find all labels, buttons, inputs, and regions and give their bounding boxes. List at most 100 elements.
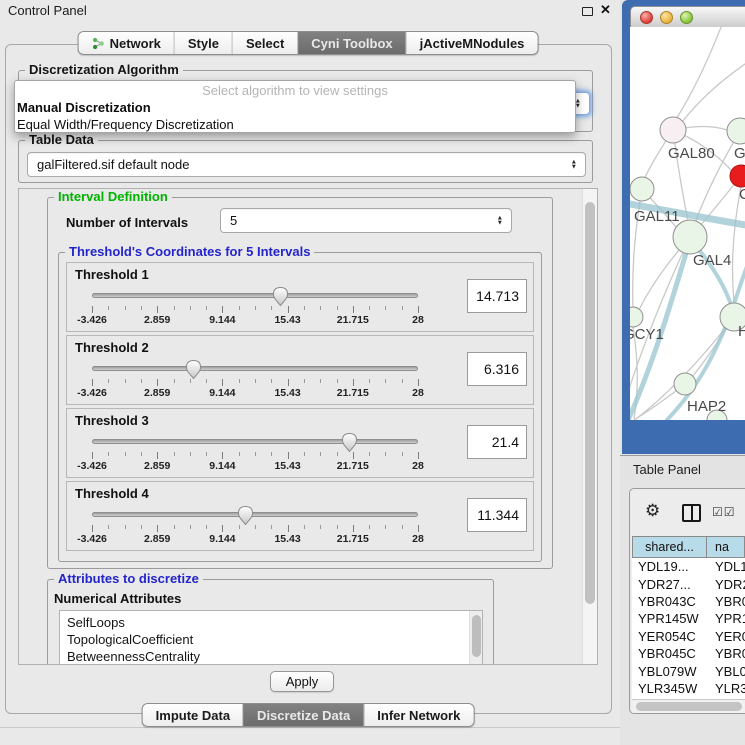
control-panel-titlebar: Control Panel ✕: [0, 0, 620, 22]
threshold-value-field[interactable]: 6.316: [467, 352, 527, 386]
bottom-tab-infer-network[interactable]: Infer Network: [363, 704, 473, 726]
tab-jactivemnodules[interactable]: jActiveMNodules: [406, 32, 538, 54]
tab-network[interactable]: Network: [79, 32, 174, 54]
attributes-list-scrollbar[interactable]: [469, 611, 482, 665]
threshold-label: Threshold 3: [75, 413, 149, 428]
table-row[interactable]: YBR043CYBR0: [632, 593, 745, 610]
network-node[interactable]: [660, 117, 686, 143]
numerical-attributes-list[interactable]: SelfLoopsTopologicalCoefficientBetweenne…: [59, 610, 483, 665]
slider-tick-labels: -3.4262.8599.14415.4321.71528: [92, 460, 418, 472]
network-window-titlebar: [630, 6, 745, 27]
column-header-name[interactable]: na: [707, 536, 745, 558]
node-label: GCY1: [630, 326, 664, 343]
number-of-intervals-value: 5: [230, 213, 237, 228]
table-panel-header: Table Panel: [620, 455, 745, 482]
network-canvas[interactable]: GAL80GACGAL11GAL4GCY1HHAP2: [630, 27, 745, 420]
node-label: HAP2: [687, 398, 726, 415]
threshold-slider[interactable]: -3.4262.8599.14415.4321.71528: [92, 433, 418, 473]
slider-thumb-icon[interactable]: [238, 506, 253, 525]
tab-label: Cyni Toolbox: [311, 36, 392, 51]
threshold-row: Threshold 3 -3.4262.8599.14415.4321.7152…: [66, 408, 534, 478]
settings-vertical-scrollbar[interactable]: [582, 189, 597, 664]
attribute-list-item[interactable]: SelfLoops: [67, 614, 482, 631]
slider-track[interactable]: [92, 512, 418, 517]
network-node[interactable]: [630, 177, 654, 201]
node-label: GAL80: [668, 145, 715, 162]
zoom-traffic-light-icon[interactable]: [680, 11, 693, 24]
tab-label: Style: [188, 36, 219, 51]
slider-ticks: [92, 305, 418, 313]
network-node[interactable]: [730, 165, 745, 187]
column-header-shared-name[interactable]: shared...: [632, 536, 707, 558]
slider-track[interactable]: [92, 293, 418, 298]
number-of-intervals-combobox[interactable]: 5 ▲▼: [220, 208, 512, 233]
table-horizontal-scrollbar[interactable]: [632, 699, 745, 713]
slider-thumb-icon[interactable]: [342, 433, 357, 452]
algorithm-option[interactable]: Equal Width/Frequency Discretization: [15, 117, 575, 134]
checkbox-columns-icon[interactable]: ☑☑: [712, 505, 736, 519]
bottom-tab-discretize-data[interactable]: Discretize Data: [243, 704, 363, 726]
threshold-value-field[interactable]: 21.4: [467, 425, 527, 459]
threshold-slider[interactable]: -3.4262.8599.14415.4321.71528: [92, 360, 418, 400]
threshold-slider[interactable]: -3.4262.8599.14415.4321.71528: [92, 506, 418, 546]
tab-cyni-toolbox[interactable]: Cyni Toolbox: [297, 32, 405, 54]
table-panel: ⚙ ☑☑ shared... na YDL19...YDL1YDR27...YD…: [629, 488, 745, 714]
table-row[interactable]: YER054CYER0: [632, 628, 745, 645]
minimize-traffic-light-icon[interactable]: [660, 11, 673, 24]
network-node[interactable]: [673, 220, 707, 254]
table-data-combobox[interactable]: galFiltered.sif default node ▲▼: [27, 152, 586, 177]
algorithm-option[interactable]: Manual Discretization: [15, 100, 575, 117]
interval-definition-group: Interval Definition Number of Intervals …: [47, 197, 553, 569]
tab-label: Select: [246, 36, 284, 51]
apply-button[interactable]: Apply: [270, 671, 334, 692]
thresholds-group: Threshold's Coordinates for 5 Intervals …: [58, 252, 542, 562]
slider-tick-labels: -3.4262.8599.14415.4321.71528: [92, 387, 418, 399]
table-row[interactable]: YBL079WYBL0: [632, 662, 745, 679]
thresholds-group-title: Threshold's Coordinates for 5 Intervals: [65, 244, 314, 259]
slider-thumb-icon[interactable]: [273, 287, 288, 306]
attributes-group: Attributes to discretize Numerical Attri…: [47, 579, 494, 665]
network-node[interactable]: [727, 118, 745, 144]
tab-style[interactable]: Style: [174, 32, 232, 54]
bottom-tab-impute-data[interactable]: Impute Data: [143, 704, 243, 726]
network-icon: [92, 37, 105, 50]
table-cell: YBL079W: [632, 664, 707, 679]
close-icon[interactable]: ✕: [600, 2, 611, 18]
threshold-label: Threshold 1: [75, 267, 149, 282]
bottom-tab-label: Infer Network: [377, 708, 460, 723]
threshold-slider[interactable]: -3.4262.8599.14415.4321.71528: [92, 287, 418, 327]
table-data-combobox-value: galFiltered.sif default node: [37, 157, 189, 172]
table-row[interactable]: YLR345WYLR3: [632, 680, 745, 697]
table-row[interactable]: YPR145WYPR1: [632, 610, 745, 627]
table-row[interactable]: YDL19...YDL1: [632, 558, 745, 575]
gear-icon[interactable]: ⚙: [645, 502, 660, 519]
table-header-row: shared... na: [632, 536, 745, 558]
node-label: H: [738, 323, 745, 340]
column-layout-icon[interactable]: [682, 504, 701, 522]
attribute-list-item[interactable]: BetweennessCentrality: [67, 648, 482, 665]
threshold-row: Threshold 2 -3.4262.8599.14415.4321.7152…: [66, 335, 534, 405]
slider-track[interactable]: [92, 439, 418, 444]
table-cell: YBR045C: [632, 646, 707, 661]
tab-select[interactable]: Select: [232, 32, 297, 54]
threshold-value-field[interactable]: 11.344: [467, 498, 527, 532]
network-node[interactable]: [630, 307, 643, 327]
slider-track[interactable]: [92, 366, 418, 371]
table-row[interactable]: YBR045CYBR0: [632, 645, 745, 662]
slider-tick-labels: -3.4262.8599.14415.4321.71528: [92, 314, 418, 326]
close-traffic-light-icon[interactable]: [640, 11, 653, 24]
discretization-algorithm-group-title: Discretization Algorithm: [25, 62, 183, 77]
tab-label: jActiveMNodules: [420, 36, 525, 51]
attribute-list-item[interactable]: TopologicalCoefficient: [67, 631, 482, 648]
threshold-value: 11.344: [477, 507, 519, 523]
table-row[interactable]: YDR27...YDR2: [632, 575, 745, 592]
network-node[interactable]: [674, 373, 696, 395]
float-window-icon[interactable]: [582, 7, 593, 16]
slider-thumb-icon[interactable]: [186, 360, 201, 379]
threshold-row: Threshold 1 -3.4262.8599.14415.4321.7152…: [66, 262, 534, 332]
slider-ticks: [92, 378, 418, 386]
algorithm-dropdown-popup: Select algorithm to view settings Manual…: [14, 80, 576, 133]
threshold-value-field[interactable]: 14.713: [467, 279, 527, 313]
interval-definition-title: Interval Definition: [54, 189, 172, 204]
table-cell: YDR2: [707, 577, 745, 592]
